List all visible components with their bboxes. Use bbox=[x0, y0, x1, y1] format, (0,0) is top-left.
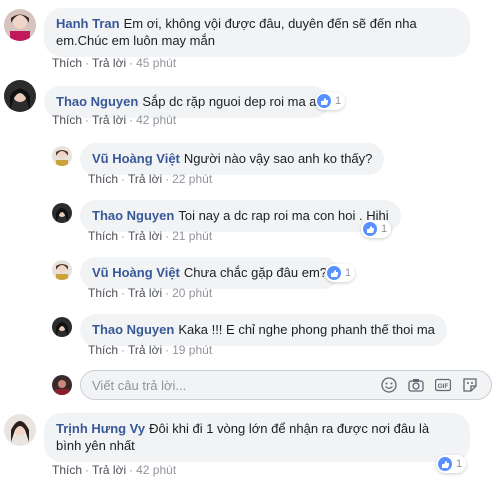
avatar-thao-nguyen[interactable] bbox=[52, 317, 72, 337]
reply-input[interactable]: Viết câu trả lời... GIF bbox=[80, 370, 492, 400]
avatar-hanh-tran[interactable] bbox=[4, 9, 36, 41]
comment-actions: Thích · Trả lời · 21 phút bbox=[88, 229, 213, 243]
like-link[interactable]: Thích bbox=[88, 286, 118, 300]
comment-bubble: Trịnh Hưng Vy Đôi khi đi 1 vòng lớn để nh… bbox=[44, 413, 470, 462]
reply-link[interactable]: Trả lời bbox=[92, 463, 126, 477]
avatar-vu-hoang-viet[interactable] bbox=[52, 146, 72, 166]
like-link[interactable]: Thích bbox=[88, 343, 118, 357]
comment-time[interactable]: 19 phút bbox=[172, 343, 212, 357]
avatar-trinh-hung-vy[interactable] bbox=[4, 414, 36, 446]
comment-text: Kaka !!! E chỉ nghe phong phanh thế thoi… bbox=[178, 322, 435, 337]
comment-bubble: Vũ Hoàng Việt Chưa chắc gặp đâu em? bbox=[80, 257, 340, 289]
comment-time[interactable]: 22 phút bbox=[172, 172, 212, 186]
comment-author[interactable]: Hanh Tran bbox=[56, 16, 120, 31]
comment-author[interactable]: Thao Nguyen bbox=[56, 94, 138, 109]
reaction-count[interactable]: 1 bbox=[315, 92, 346, 110]
comment-bubble: Vũ Hoàng Việt Người nào vậy sao anh ko th… bbox=[80, 143, 385, 175]
reply-placeholder: Viết câu trả lời... bbox=[92, 378, 187, 393]
reaction-count[interactable]: 1 bbox=[325, 264, 356, 282]
current-user-avatar bbox=[52, 375, 72, 395]
camera-icon[interactable] bbox=[408, 377, 424, 393]
comment-time[interactable]: 20 phút bbox=[172, 286, 212, 300]
like-link[interactable]: Thích bbox=[52, 463, 82, 477]
like-link[interactable]: Thích bbox=[88, 229, 118, 243]
reaction-count[interactable]: 1 bbox=[361, 220, 392, 238]
like-link[interactable]: Thích bbox=[52, 113, 82, 127]
comment-actions: Thích · Trả lời · 45 phút bbox=[52, 56, 177, 70]
comment-actions: Thích · Trả lời · 20 phút bbox=[88, 286, 213, 300]
like-icon bbox=[317, 94, 331, 108]
like-icon bbox=[363, 222, 377, 236]
comment-actions: Thích · Trả lời · 19 phút bbox=[88, 343, 213, 357]
comment-actions: Thích · Trả lời · 22 phút bbox=[88, 172, 213, 186]
comment-time[interactable]: 42 phút bbox=[136, 113, 176, 127]
comment-text: Người nào vậy sao anh ko thấy? bbox=[183, 151, 373, 166]
comment-author[interactable]: Thao Nguyen bbox=[92, 322, 174, 337]
comment-text: Toi nay a dc rap roi ma con hoi . Hihi bbox=[178, 208, 389, 223]
comment-text: Chưa chắc gặp đâu em? bbox=[183, 265, 328, 280]
gif-icon[interactable]: GIF bbox=[434, 377, 452, 393]
reply-link[interactable]: Trả lời bbox=[92, 113, 126, 127]
avatar-vu-hoang-viet[interactable] bbox=[52, 260, 72, 280]
reply-link[interactable]: Trả lời bbox=[128, 172, 162, 186]
comment-time[interactable]: 21 phút bbox=[172, 229, 212, 243]
like-icon bbox=[438, 457, 452, 471]
comment-author[interactable]: Thao Nguyen bbox=[92, 208, 174, 223]
comment-time[interactable]: 42 phút bbox=[136, 463, 176, 477]
avatar-thao-nguyen[interactable] bbox=[52, 203, 72, 223]
comment-author[interactable]: Vũ Hoàng Việt bbox=[92, 151, 180, 166]
sticker-icon[interactable] bbox=[462, 377, 478, 393]
reaction-count[interactable]: 1 bbox=[436, 455, 467, 473]
comment-bubble: Thao Nguyen Toi nay a dc rap roi ma con h… bbox=[80, 200, 401, 232]
comment-author[interactable]: Trịnh Hưng Vy bbox=[56, 421, 145, 436]
reply-link[interactable]: Trả lời bbox=[128, 286, 162, 300]
comment-actions: Thích · Trả lời · 42 phút bbox=[52, 113, 177, 127]
comment-time[interactable]: 45 phút bbox=[136, 56, 176, 70]
comment-text: Sắp dc rặp nguoi dep roi ma a bbox=[142, 94, 317, 109]
emoji-icon[interactable] bbox=[381, 377, 397, 393]
comment-author[interactable]: Vũ Hoàng Việt bbox=[92, 265, 180, 280]
comment-bubble: Thao Nguyen Kaka !!! E chỉ nghe phong pha… bbox=[80, 314, 447, 346]
svg-text:GIF: GIF bbox=[438, 383, 449, 390]
reply-link[interactable]: Trả lời bbox=[92, 56, 126, 70]
like-icon bbox=[327, 266, 341, 280]
like-link[interactable]: Thích bbox=[88, 172, 118, 186]
avatar-thao-nguyen[interactable] bbox=[4, 80, 36, 112]
comment-actions: Thích · Trả lời · 42 phút bbox=[52, 463, 177, 477]
reply-link[interactable]: Trả lời bbox=[128, 343, 162, 357]
like-link[interactable]: Thích bbox=[52, 56, 82, 70]
reply-link[interactable]: Trả lời bbox=[128, 229, 162, 243]
comment-bubble: Hanh Tran Em ơi, không vội được đâu, duyê… bbox=[44, 8, 470, 57]
